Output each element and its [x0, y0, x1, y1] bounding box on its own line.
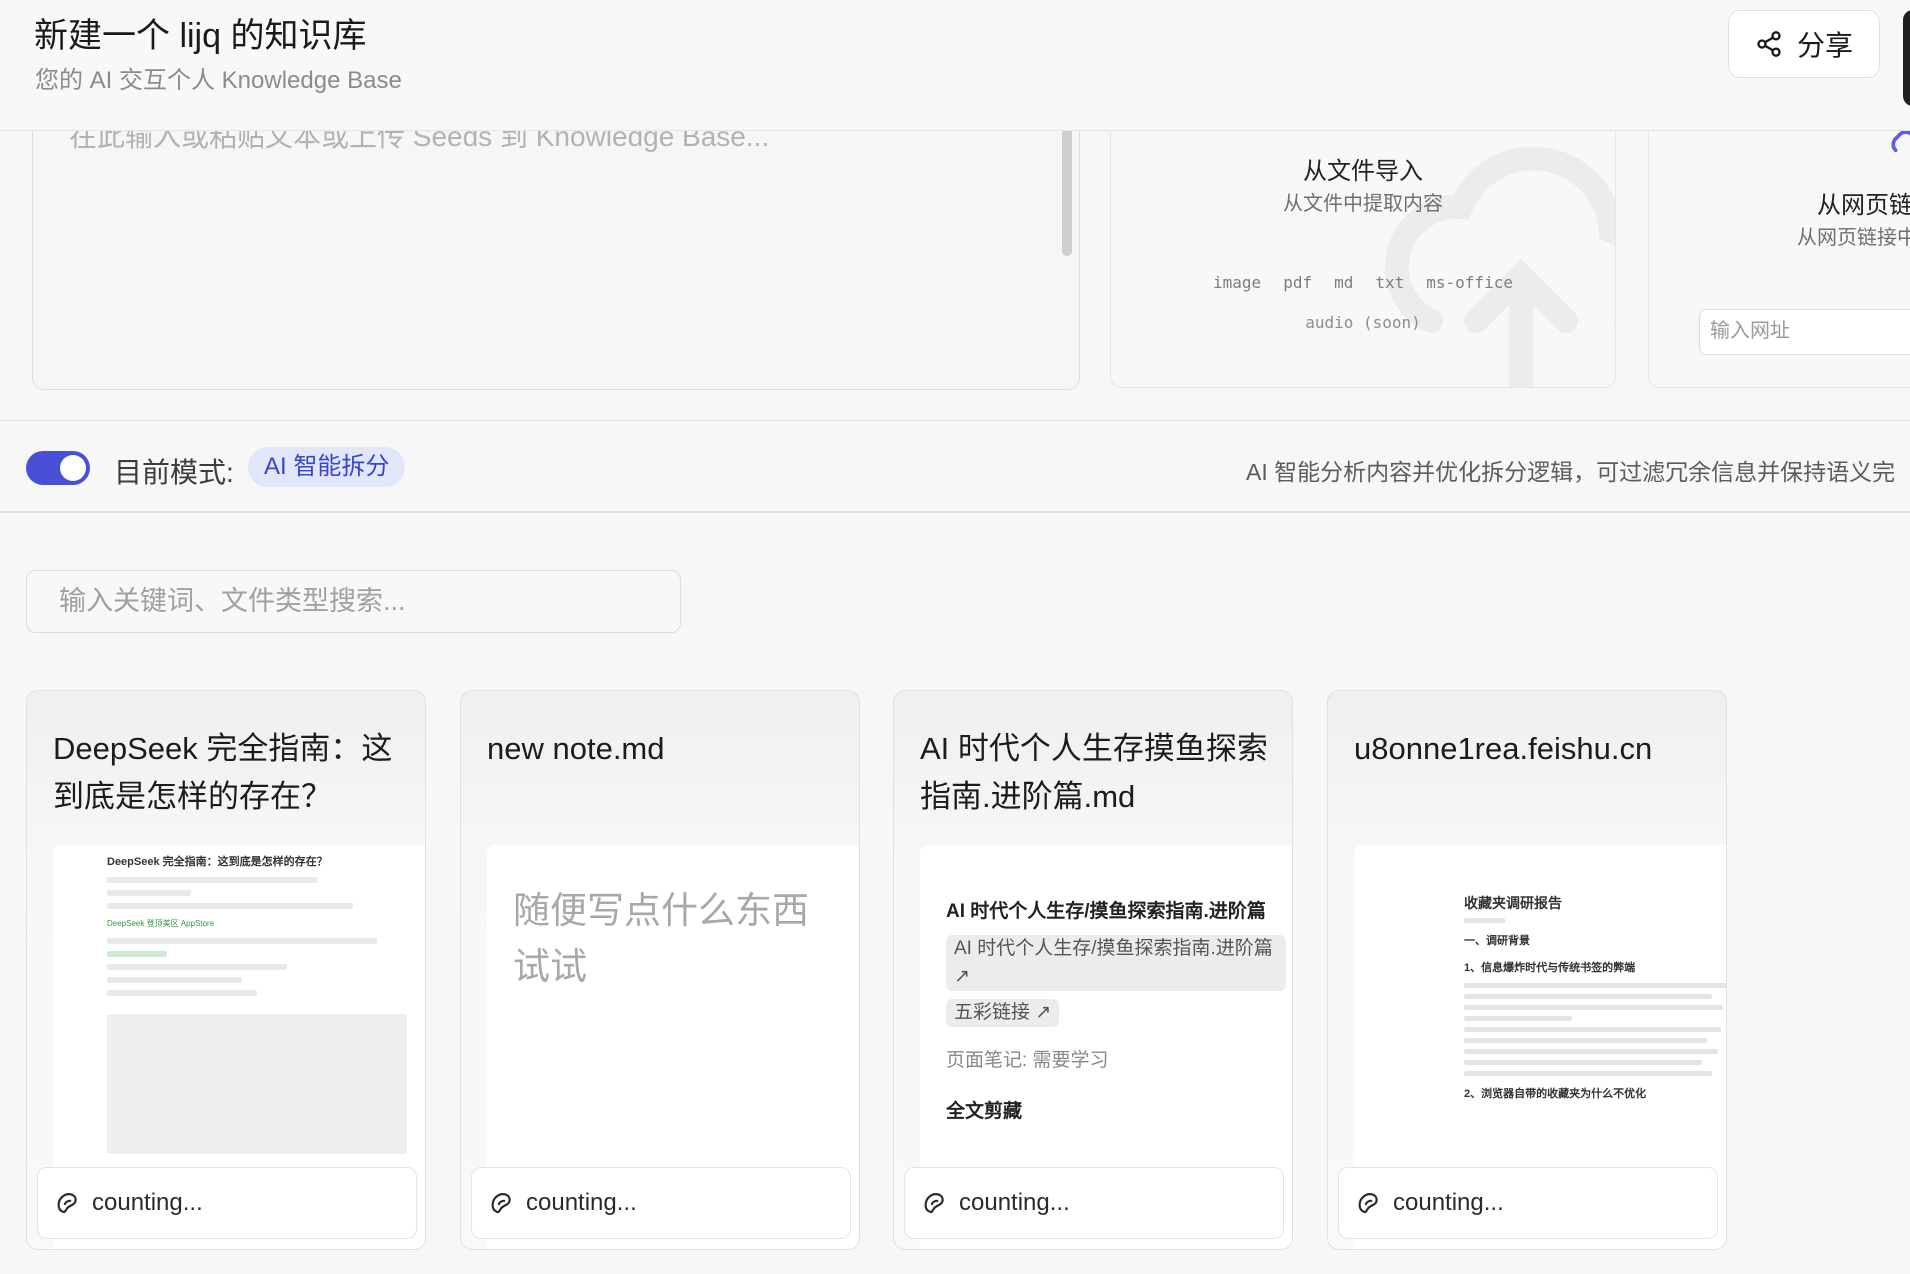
seed-icon: [491, 1193, 511, 1214]
search-input[interactable]: 输入关键词、文件类型搜索...: [26, 570, 681, 633]
text-input-area[interactable]: 在此输入或粘贴文本或上传 Seeds 到 Knowledge Base...: [32, 100, 1080, 390]
card-footer: counting...: [37, 1167, 417, 1239]
text-line: [1464, 1049, 1718, 1054]
card-footer: counting...: [904, 1167, 1284, 1239]
file-type-tag: md: [1334, 273, 1354, 292]
text-line: [107, 938, 377, 944]
card-count: counting...: [92, 1189, 203, 1216]
knowledge-card[interactable]: AI 时代个人生存摸鱼探索指南.进阶篇.md AI 时代个人生存/摸鱼探索指南.…: [893, 690, 1293, 1250]
knowledge-card[interactable]: DeepSeek 完全指南：这到底是怎样的存在？ DeepSeek 完全指南：这…: [26, 690, 426, 1250]
text-line: [107, 977, 242, 983]
text-line: [107, 890, 191, 896]
card-footer: counting...: [471, 1167, 851, 1239]
file-type-tag: txt: [1375, 273, 1405, 292]
document-thumbnail: DeepSeek 完全指南：这到底是怎样的存在？ DeepSeek 登顶美区 A…: [107, 855, 407, 1154]
thumbnail-title: DeepSeek 完全指南：这到底是怎样的存在？: [107, 856, 328, 868]
toggle-knob: [60, 455, 86, 481]
preview-note: 页面笔记: 需要学习: [946, 1050, 1109, 1071]
link-chip[interactable]: 五彩链接 ↗: [946, 999, 1060, 1027]
file-type-tags: image pdf md txt ms-office: [1111, 273, 1615, 292]
link-chip[interactable]: AI 时代个人生存/摸鱼探索指南.进阶篇 ↗: [946, 935, 1286, 991]
file-type-tag: image: [1213, 273, 1262, 292]
share-icon: [1757, 31, 1781, 57]
file-type-tag: pdf: [1283, 273, 1313, 292]
card-title: DeepSeek 完全指南：这到底是怎样的存在？: [53, 731, 393, 814]
card-title: new note.md: [487, 731, 665, 766]
card-title: u8onne1rea.feishu.cn: [1354, 731, 1653, 766]
link-icon: [1891, 130, 1910, 153]
card-title: AI 时代个人生存摸鱼探索指南.进阶篇.md: [920, 731, 1268, 814]
text-line: [1464, 983, 1726, 988]
knowledge-card[interactable]: u8onne1rea.feishu.cn 收藏夹调研报告 一、调研背景 1、信息…: [1327, 690, 1727, 1250]
text-line: [107, 964, 287, 970]
thumbnail-section: 2、浏览器自带的收藏夹为什么不优化: [1464, 1088, 1647, 1100]
mode-description: AI 智能分析内容并优化拆分逻辑，可过滤冗余信息并保持语义完: [1246, 459, 1896, 485]
thumbnail-highlight: DeepSeek 登顶美区 AppStore: [107, 919, 215, 928]
thumbnail-section: 一、调研背景: [1464, 935, 1530, 947]
text-input-scrollbar[interactable]: [1062, 128, 1072, 256]
external-link-icon: ↗: [1035, 1002, 1052, 1023]
preview-section: 全文剪藏: [946, 1101, 1023, 1122]
seed-icon: [57, 1193, 77, 1214]
text-line: [1464, 918, 1505, 923]
text-line: [1464, 1060, 1702, 1065]
share-button[interactable]: 分享: [1728, 10, 1880, 78]
card-count: counting...: [526, 1189, 637, 1216]
page-subtitle: 您的 AI 交互个人 Knowledge Base: [35, 67, 402, 94]
text-line: [1464, 1027, 1721, 1032]
web-import-title: 从网页链: [1817, 192, 1910, 219]
ai-split-toggle[interactable]: [26, 451, 90, 485]
external-link-icon: ↗: [954, 966, 970, 987]
mode-badge: AI 智能拆分: [248, 447, 406, 487]
thumbnail-image: [107, 1014, 407, 1154]
markdown-preview: AI 时代个人生存/摸鱼探索指南.进阶篇 AI 时代个人生存/摸鱼探索指南.进阶…: [946, 897, 1286, 1123]
text-line: [107, 877, 317, 883]
file-import-panel[interactable]: 从文件导入 从文件中提取内容 image pdf md txt ms-offic…: [1110, 100, 1616, 388]
card-count: counting...: [1393, 1189, 1504, 1216]
document-thumbnail: 收藏夹调研报告 一、调研背景 1、信息爆炸时代与传统书签的弊端 2、浏览器自带的…: [1464, 895, 1726, 1103]
web-import-panel[interactable]: 从网页链 从网页链接中 输入网址: [1648, 100, 1910, 388]
url-input[interactable]: 输入网址: [1699, 309, 1910, 355]
thumbnail-title: 收藏夹调研报告: [1464, 895, 1562, 911]
link-chip-label: AI 时代个人生存/摸鱼探索指南.进阶篇: [954, 938, 1273, 959]
text-line: [1464, 1005, 1724, 1010]
mode-bar: 目前模式: AI 智能拆分 AI 智能分析内容并优化拆分逻辑，可过滤冗余信息并保…: [0, 420, 1910, 513]
file-type-tag: ms-office: [1426, 273, 1513, 292]
seed-icon: [1358, 1193, 1378, 1214]
file-import-subtitle: 从文件中提取内容: [1283, 193, 1443, 215]
text-line: [1464, 1071, 1713, 1076]
text-line: [1464, 994, 1713, 999]
text-line: [107, 990, 257, 996]
seed-icon: [924, 1193, 944, 1214]
user-menu-button[interactable]: [1903, 10, 1910, 106]
file-import-title: 从文件导入: [1303, 158, 1423, 185]
page-header: 新建一个 lijq 的知识库 您的 AI 交互个人 Knowledge Base…: [0, 0, 1910, 131]
card-count: counting...: [959, 1189, 1070, 1216]
web-import-subtitle: 从网页链接中: [1797, 227, 1910, 249]
page-title: 新建一个 lijq 的知识库: [34, 17, 367, 55]
card-footer: counting...: [1338, 1167, 1718, 1239]
text-line: [107, 951, 167, 957]
share-label: 分享: [1796, 30, 1853, 61]
thumbnail-section: 1、信息爆炸时代与传统书签的弊端: [1464, 962, 1636, 974]
knowledge-card[interactable]: new note.md 随便写点什么东西试试 counting...: [460, 690, 860, 1250]
file-type-soon: audio (soon): [1305, 313, 1421, 332]
text-line: [107, 903, 353, 909]
text-line: [1464, 1038, 1707, 1043]
text-line: [1464, 1016, 1572, 1021]
mode-label: 目前模式:: [114, 457, 234, 488]
note-preview-text: 随便写点什么东西试试: [513, 890, 809, 987]
link-chip-label: 五彩链接: [954, 1002, 1031, 1023]
preview-heading: AI 时代个人生存/摸鱼探索指南.进阶篇: [946, 901, 1266, 922]
